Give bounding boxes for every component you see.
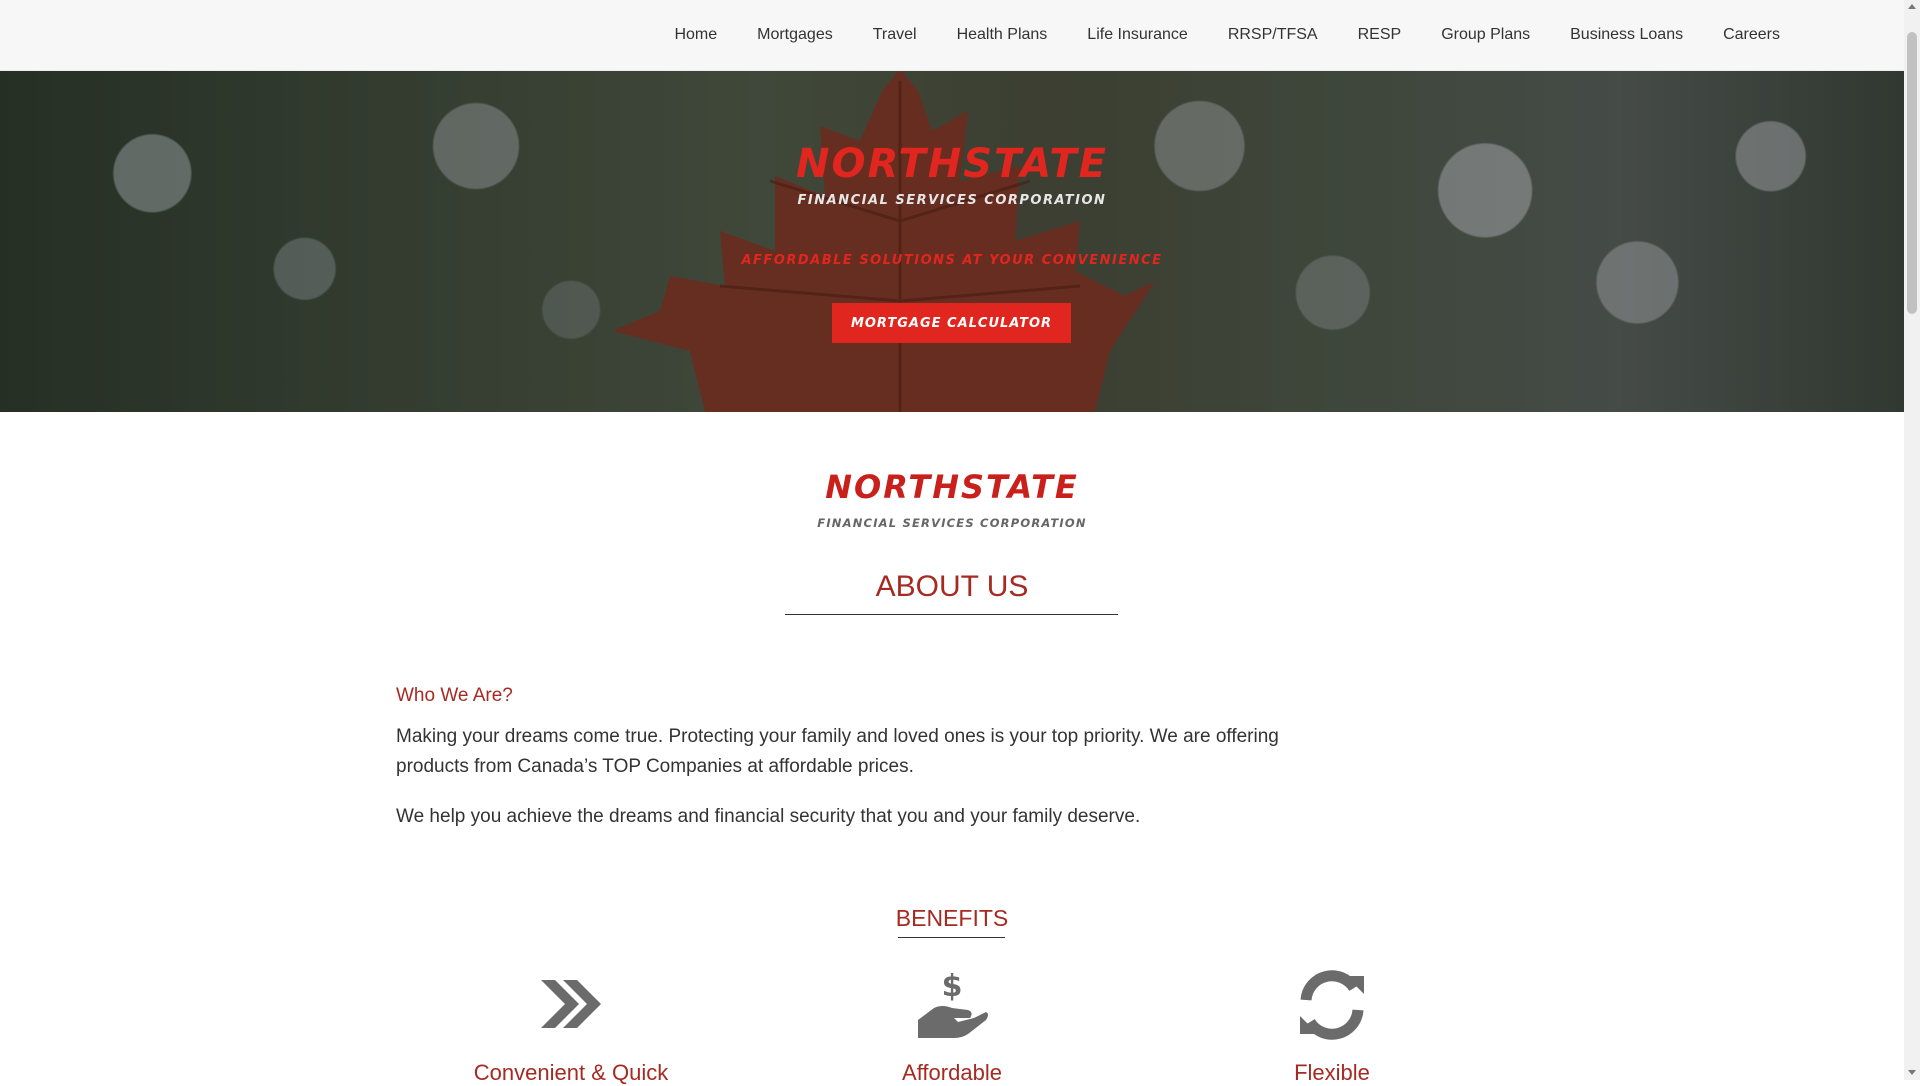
benefit-label-convenient: Convenient & Quick [473,1060,669,1085]
dollar-hand-icon: $ [918,969,988,1038]
nav-item-travel[interactable]: Travel [873,26,917,44]
about-us-heading: ABOUT US [875,570,1029,603]
nav-item-mortgages[interactable]: Mortgages [757,26,833,44]
about-paragraph-1: Making your dreams come true. Protecting… [396,726,1279,777]
scroll-thumb[interactable] [1907,32,1917,314]
benefit-label-flexible: Flexible [1294,1060,1370,1085]
mortgage-calculator-button[interactable]: MORTGAGE CALCULATOR [832,303,1071,343]
page-scrollbar[interactable] [1904,0,1920,1080]
benefits-heading: BENEFITS [895,905,1009,931]
nav-menu: Home Mortgages Travel Health Plans Life … [634,0,1780,70]
hero-banner: NORTHSTATE FINANCIAL SERVICES CORPORATIO… [0,71,1904,412]
hero-tagline: AFFORDABLE SOLUTIONS AT YOUR CONVENIENCE [741,253,1163,268]
hero-subtitle: FINANCIAL SERVICES CORPORATION [797,193,1107,208]
top-navbar: Home Mortgages Travel Health Plans Life … [0,0,1904,71]
benefit-label-affordable: Affordable [902,1060,1002,1085]
brand-logo-wordmark: NORTHSTATE [825,468,1079,506]
nav-item-business-loans[interactable]: Business Loans [1570,26,1683,44]
benefits-divider [898,937,1005,938]
brand-logo-subtitle: FINANCIAL SERVICES CORPORATION [817,516,1087,530]
who-we-are-heading: Who We Are? [396,685,513,706]
hero-overlay [0,71,1904,412]
double-chevron-right-icon [541,980,601,1028]
nav-item-rrsp-tfsa[interactable]: RRSP/TFSA [1228,26,1318,44]
scroll-down-arrow-icon[interactable] [1908,1070,1916,1075]
nav-item-home[interactable]: Home [674,26,717,44]
svg-text:$: $ [942,969,963,1004]
nav-item-resp[interactable]: RESP [1358,26,1402,44]
nav-item-health-plans[interactable]: Health Plans [957,26,1048,44]
nav-item-group-plans[interactable]: Group Plans [1441,26,1530,44]
about-us-divider [785,614,1118,615]
hero-title: NORTHSTATE [796,141,1108,187]
about-paragraph-2: We help you achieve the dreams and finan… [396,806,1141,827]
nav-item-life-insurance[interactable]: Life Insurance [1087,26,1188,44]
refresh-icon [1300,970,1364,1040]
nav-item-careers[interactable]: Careers [1723,26,1780,44]
scroll-up-arrow-icon[interactable] [1908,4,1916,9]
